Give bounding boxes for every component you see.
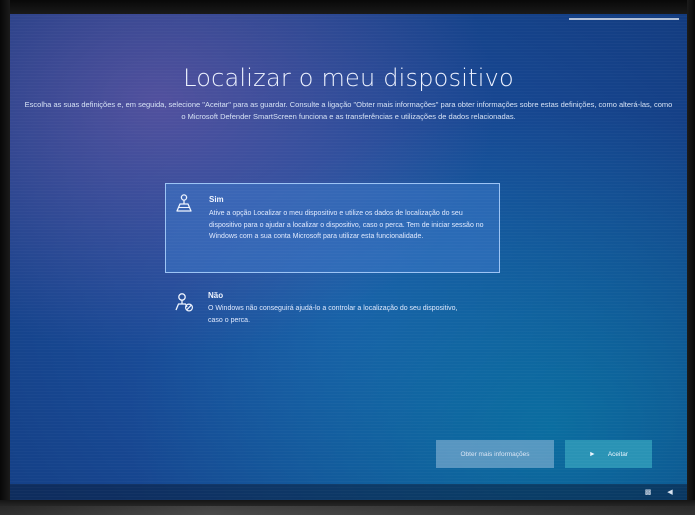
option-no-title: Não: [208, 291, 224, 300]
monitor-bezel-right: [687, 0, 695, 515]
monitor-bezel-top: [0, 0, 695, 14]
progress-indicator: [569, 18, 679, 20]
option-no-description: O Windows não conseguirá ajudá-lo a cont…: [208, 305, 458, 324]
location-pin-off-icon: [174, 292, 194, 312]
option-yes[interactable]: Sim Ative a opção Localizar o meu dispos…: [165, 183, 500, 273]
taskbar: ▩ ◀: [10, 484, 687, 500]
page-title: Localizar o meu dispositivo: [183, 64, 514, 92]
monitor-bezel-left: [0, 0, 10, 515]
more-info-button[interactable]: Obter mais informações: [436, 440, 554, 468]
mouse-cursor-icon: ►: [588, 450, 596, 458]
accept-label: Aceitar: [607, 450, 629, 458]
monitor-bezel-bottom: [0, 500, 695, 515]
option-yes-title: Sim: [209, 195, 224, 204]
option-yes-description: Ative a opção Localizar o meu dispositiv…: [209, 210, 484, 240]
page-description: Escolha as suas definições e, em seguida…: [24, 100, 673, 121]
option-no[interactable]: Não O Windows não conseguirá ajudá-lo a …: [165, 286, 500, 342]
more-info-label: Obter mais informações: [460, 450, 530, 458]
network-icon[interactable]: ▩: [643, 489, 653, 496]
volume-icon[interactable]: ◀: [665, 489, 675, 496]
location-pin-person-icon: [175, 193, 195, 213]
accept-button[interactable]: ► Aceitar: [565, 440, 652, 468]
oobe-screen: Localizar o meu dispositivo Escolha as s…: [10, 14, 687, 500]
